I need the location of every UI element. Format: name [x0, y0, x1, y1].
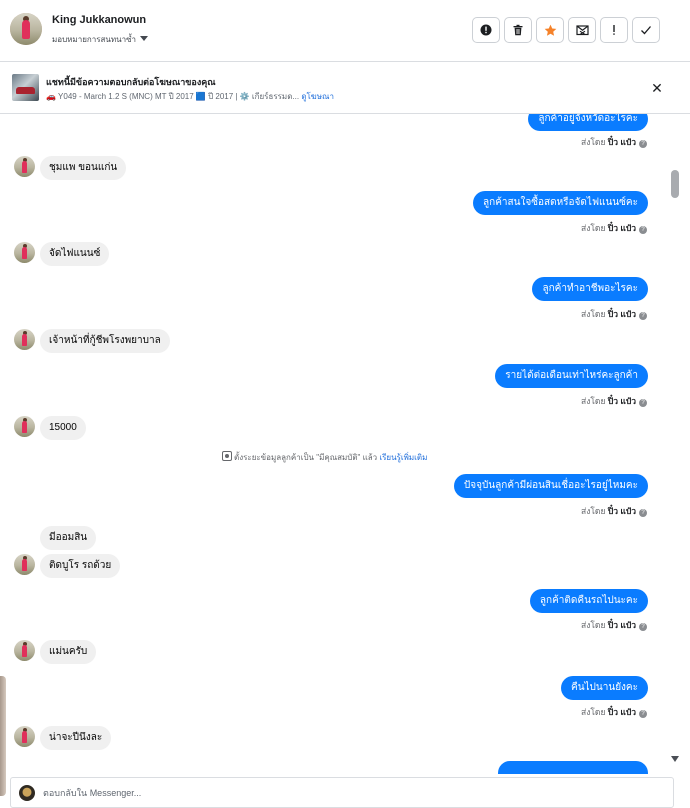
incoming-message[interactable]: เจ้าหน้าที่กู้ชีพโรงพยาบาล: [40, 329, 170, 353]
outgoing-message[interactable]: คืนไปนานยังคะ: [561, 676, 648, 700]
customer-avatar[interactable]: [10, 13, 42, 45]
avatar[interactable]: [14, 242, 35, 263]
reply-input[interactable]: [43, 784, 603, 802]
spam-button[interactable]: [472, 17, 500, 43]
avatar[interactable]: [14, 554, 35, 575]
star-button[interactable]: [536, 17, 564, 43]
incoming-message[interactable]: 15000: [40, 416, 86, 440]
close-icon[interactable]: ✕: [649, 80, 665, 96]
info-icon[interactable]: ?: [639, 226, 647, 234]
info-icon[interactable]: ?: [639, 623, 647, 631]
contact-card-icon: [222, 451, 232, 461]
sent-by-label: ส่งโดย ปิ๋ว แป๋ว?: [581, 618, 647, 632]
outgoing-message-partial[interactable]: [498, 761, 648, 774]
outgoing-message[interactable]: รายได้ต่อเดือนเท่าไหร่คะลูกค้า: [495, 364, 648, 388]
agent-name: ปิ๋ว แป๋ว: [607, 223, 636, 233]
outgoing-message[interactable]: ลูกค้าอยู่จังหวัดอะไรคะ: [528, 114, 648, 131]
outgoing-message[interactable]: ปัจจุบันลูกค้ามีผ่อนสินเชื่ออะไรอยู่ไหมค…: [453, 474, 648, 498]
ad-meta-text: 🚗 Y049 - March 1.2 S (MNC) MT ปี 2017 🟦 …: [46, 92, 300, 101]
envelope-x-icon: [575, 25, 589, 36]
ad-reply-banner: แชทนี้มีข้อความตอบกลับต่อโฆษณาของคุณ 🚗 Y…: [0, 62, 690, 114]
alert-circle-icon: [480, 24, 492, 36]
avatar[interactable]: [14, 329, 35, 350]
assign-label: มอบหมายการสนทนาซ้ำ: [52, 35, 137, 44]
avatar[interactable]: [14, 726, 35, 747]
avatar[interactable]: [14, 640, 35, 661]
system-note: ตั้งระยะข้อมูลลูกค้าเป็น "มีคุณสมบัติ" แ…: [222, 451, 427, 464]
ad-banner-title: แชทนี้มีข้อความตอบกลับต่อโฆษณาของคุณ: [46, 77, 216, 87]
info-icon[interactable]: ?: [639, 140, 647, 148]
info-icon[interactable]: ?: [639, 312, 647, 320]
outgoing-message[interactable]: ลูกค้าทำอาชีพอะไรคะ: [532, 277, 648, 301]
sent-by-prefix: ส่งโดย: [581, 396, 606, 406]
ad-thumbnail[interactable]: [12, 74, 39, 101]
trash-icon: [513, 24, 523, 36]
mark-unread-button[interactable]: [568, 17, 596, 43]
avatar[interactable]: [14, 416, 35, 437]
sent-by-prefix: ส่งโดย: [581, 137, 606, 147]
side-panel-edge: [0, 676, 6, 796]
system-note-text: ตั้งระยะข้อมูลลูกค้าเป็น "มีคุณสมบัติ" แ…: [234, 453, 378, 462]
sent-by-label: ส่งโดย ปิ๋ว แป๋ว?: [581, 705, 647, 719]
sent-by-prefix: ส่งโดย: [581, 223, 606, 233]
message-thread[interactable]: ลูกค้าอยู่จังหวัดอะไรคะ ส่งโดย ปิ๋ว แป๋ว…: [0, 114, 670, 774]
agent-name: ปิ๋ว แป๋ว: [607, 309, 636, 319]
avatar[interactable]: [14, 156, 35, 177]
incoming-message[interactable]: มีออมสิน: [40, 526, 97, 550]
incoming-message[interactable]: จัดไฟแนนซ์: [40, 242, 110, 266]
sent-by-label: ส่งโดย ปิ๋ว แป๋ว?: [581, 221, 647, 235]
conversation-header: King Jukkanowun มอบหมายการสนทนาซ้ำ: [0, 0, 690, 62]
info-icon[interactable]: ?: [639, 399, 647, 407]
scroll-down-arrow-icon[interactable]: [671, 756, 679, 762]
scrollbar-thumb[interactable]: [671, 170, 679, 198]
sent-by-label: ส่งโดย ปิ๋ว แป๋ว?: [581, 307, 647, 321]
learn-more-link[interactable]: เรียนรู้เพิ่มเติม: [379, 453, 427, 462]
done-button[interactable]: [632, 17, 660, 43]
incoming-message[interactable]: น่าจะปีนึงละ: [40, 726, 112, 750]
agent-name: ปิ๋ว แป๋ว: [607, 396, 636, 406]
incoming-message[interactable]: ชุมแพ ขอนแก่น: [40, 156, 127, 180]
sent-by-label: ส่งโดย ปิ๋ว แป๋ว?: [581, 394, 647, 408]
incoming-message[interactable]: แม่นครับ: [40, 640, 97, 664]
agent-name: ปิ๋ว แป๋ว: [607, 620, 636, 630]
thread-scrollbar[interactable]: [668, 114, 682, 768]
sent-by-prefix: ส่งโดย: [581, 309, 606, 319]
message-composer: [10, 777, 674, 808]
view-ad-link[interactable]: ดูโฆษณา: [301, 92, 334, 101]
customer-name[interactable]: King Jukkanowun: [52, 14, 146, 26]
assign-conversation-dropdown[interactable]: มอบหมายการสนทนาซ้ำ: [52, 33, 149, 46]
sent-by-label: ส่งโดย ปิ๋ว แป๋ว?: [581, 504, 647, 518]
info-icon[interactable]: ?: [639, 509, 647, 517]
sent-by-prefix: ส่งโดย: [581, 620, 606, 630]
agent-name: ปิ๋ว แป๋ว: [607, 707, 636, 717]
sent-by-label: ส่งโดย ปิ๋ว แป๋ว?: [581, 135, 647, 149]
star-icon: [544, 24, 556, 36]
info-icon[interactable]: ?: [639, 710, 647, 718]
outgoing-message[interactable]: ลูกค้าสนใจซื้อสดหรือจัดไฟแนนซ์คะ: [473, 191, 648, 215]
outgoing-message[interactable]: ลูกค้าติดคืนรถไปนะคะ: [529, 589, 648, 613]
sent-by-prefix: ส่งโดย: [581, 707, 606, 717]
page-avatar: [19, 785, 35, 801]
exclamation-icon: [613, 25, 615, 35]
agent-name: ปิ๋ว แป๋ว: [607, 137, 636, 147]
check-icon: [641, 26, 651, 35]
ad-meta: 🚗 Y049 - March 1.2 S (MNC) MT ปี 2017 🟦 …: [46, 90, 334, 103]
incoming-message[interactable]: ติดบูโร รถด้วย: [40, 554, 121, 578]
agent-name: ปิ๋ว แป๋ว: [607, 506, 636, 516]
caret-down-icon: [140, 36, 149, 41]
follow-up-button[interactable]: [600, 17, 628, 43]
delete-button[interactable]: [504, 17, 532, 43]
sent-by-prefix: ส่งโดย: [581, 506, 606, 516]
